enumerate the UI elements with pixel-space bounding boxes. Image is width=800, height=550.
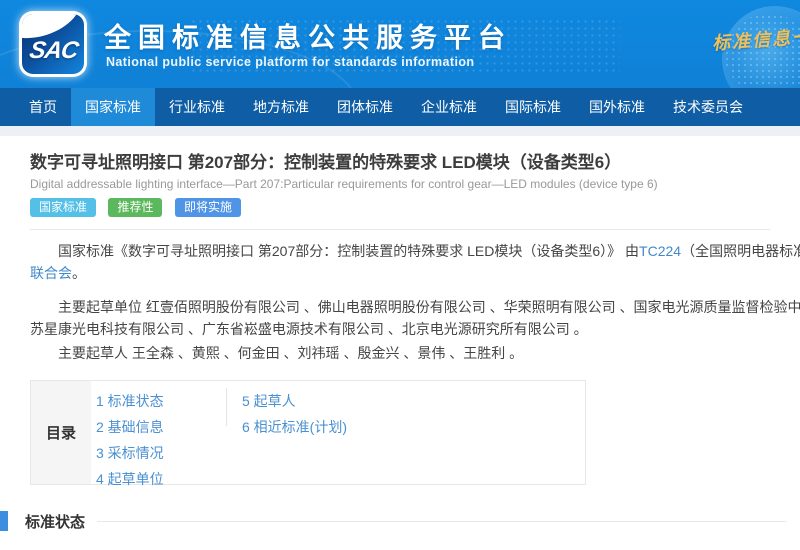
drafting-units-line2: 苏星康光电科技有限公司 、广东省崧盛电源技术有限公司 、北京电光源研究所有限公司… bbox=[30, 318, 800, 340]
nav-item-group-standards[interactable]: 团体标准 bbox=[323, 88, 407, 126]
toc-link-basic-info[interactable]: 2 基础信息 bbox=[96, 414, 164, 440]
p1-text-mid: （全国照明电器标准化技术委员会）归口，主管部门为 bbox=[681, 243, 800, 259]
badge-row: 国家标准 推荐性 即将实施 bbox=[30, 198, 770, 217]
section-rule-line bbox=[97, 521, 786, 522]
p1-text-pre: 国家标准《数字可寻址照明接口 第207部分：控制装置的特殊要求 LED模块（设备… bbox=[58, 243, 639, 259]
standard-summary: 国家标准《数字可寻址照明接口 第207部分：控制装置的特殊要求 LED模块（设备… bbox=[30, 240, 800, 364]
sac-logo-text: SAC bbox=[26, 37, 80, 74]
nav-item-international-standards[interactable]: 国际标准 bbox=[491, 88, 575, 126]
nav-item-enterprise-standards[interactable]: 企业标准 bbox=[407, 88, 491, 126]
summary-paragraph-1: 国家标准《数字可寻址照明接口 第207部分：控制装置的特殊要求 LED模块（设备… bbox=[30, 240, 800, 262]
toc-column-1: 1 标准状态 2 基础信息 3 采标情况 4 起草单位 bbox=[96, 388, 164, 492]
standard-status-section-header: 标准状态 bbox=[0, 511, 800, 531]
badge-recommended: 推荐性 bbox=[108, 198, 162, 217]
badge-to-be-implemented: 即将实施 bbox=[175, 198, 241, 217]
p1-line2-period: 。 bbox=[72, 265, 86, 281]
toc-link-drafting-units[interactable]: 4 起草单位 bbox=[96, 466, 164, 492]
tc224-link[interactable]: TC224 bbox=[639, 243, 681, 259]
sac-logo[interactable]: SAC bbox=[19, 11, 87, 77]
site-title: 全国标准信息公共服务平台 bbox=[104, 16, 512, 55]
section-title: 标准状态 bbox=[25, 511, 85, 532]
nav-item-national-standards[interactable]: 国家标准 bbox=[71, 88, 155, 126]
badge-national-standard: 国家标准 bbox=[30, 198, 96, 217]
nav-item-local-standards[interactable]: 地方标准 bbox=[239, 88, 323, 126]
toc-link-similar-standards[interactable]: 6 相近标准(计划) bbox=[242, 414, 347, 440]
toc-column-divider bbox=[226, 388, 227, 426]
toc-link-adoption-info[interactable]: 3 采标情况 bbox=[96, 440, 164, 466]
site-header: 标准信息一 SAC 全国标准信息公共服务平台 National public s… bbox=[0, 0, 800, 88]
nav-item-technical-committees[interactable]: 技术委员会 bbox=[659, 88, 757, 126]
toc-link-drafters[interactable]: 5 起草人 bbox=[242, 388, 347, 414]
drafters-line: 主要起草人 王全森 、黄熙 、何金田 、刘祎瑶 、殷金兴 、景伟 、王胜利 。 bbox=[30, 342, 800, 364]
nav-bottom-strip bbox=[0, 126, 800, 136]
toc-column-2: 5 起草人 6 相近标准(计划) bbox=[242, 388, 347, 440]
standard-title-english: Digital addressable lighting interface—P… bbox=[30, 177, 770, 191]
nav-item-industry-standards[interactable]: 行业标准 bbox=[155, 88, 239, 126]
nav-item-foreign-standards[interactable]: 国外标准 bbox=[575, 88, 659, 126]
toc-label: 目录 bbox=[31, 381, 91, 484]
toc-links: 1 标准状态 2 基础信息 3 采标情况 4 起草单位 5 起草人 6 相近标准… bbox=[91, 381, 585, 484]
status-timeline: 发布于 2025-08-01 实施于 2026-02-01 废止 bbox=[0, 542, 800, 550]
section-accent-bar bbox=[0, 511, 8, 531]
nav-item-home[interactable]: 首页 bbox=[15, 88, 71, 126]
drafting-units-line1: 主要起草单位 红壹佰照明股份有限公司 、佛山电器照明股份有限公司 、华荣照明有限… bbox=[30, 296, 800, 318]
toc-link-standard-status[interactable]: 1 标准状态 bbox=[96, 388, 164, 414]
standard-title: 数字可寻址照明接口 第207部分：控制装置的特殊要求 LED模块（设备类型6） bbox=[30, 148, 770, 173]
site-subtitle: National public service platform for sta… bbox=[106, 55, 474, 69]
sac-logo-mark: SAC bbox=[22, 14, 84, 74]
summary-paragraph-1-wrap: 联合会。 bbox=[30, 262, 800, 284]
header-divider bbox=[30, 229, 770, 230]
authority-link-part2[interactable]: 联合会 bbox=[30, 265, 72, 281]
main-nav: 首页 国家标准 行业标准 地方标准 团体标准 企业标准 国际标准 国外标准 技术… bbox=[0, 88, 800, 126]
table-of-contents: 目录 1 标准状态 2 基础信息 3 采标情况 4 起草单位 5 起草人 6 相… bbox=[30, 380, 586, 485]
